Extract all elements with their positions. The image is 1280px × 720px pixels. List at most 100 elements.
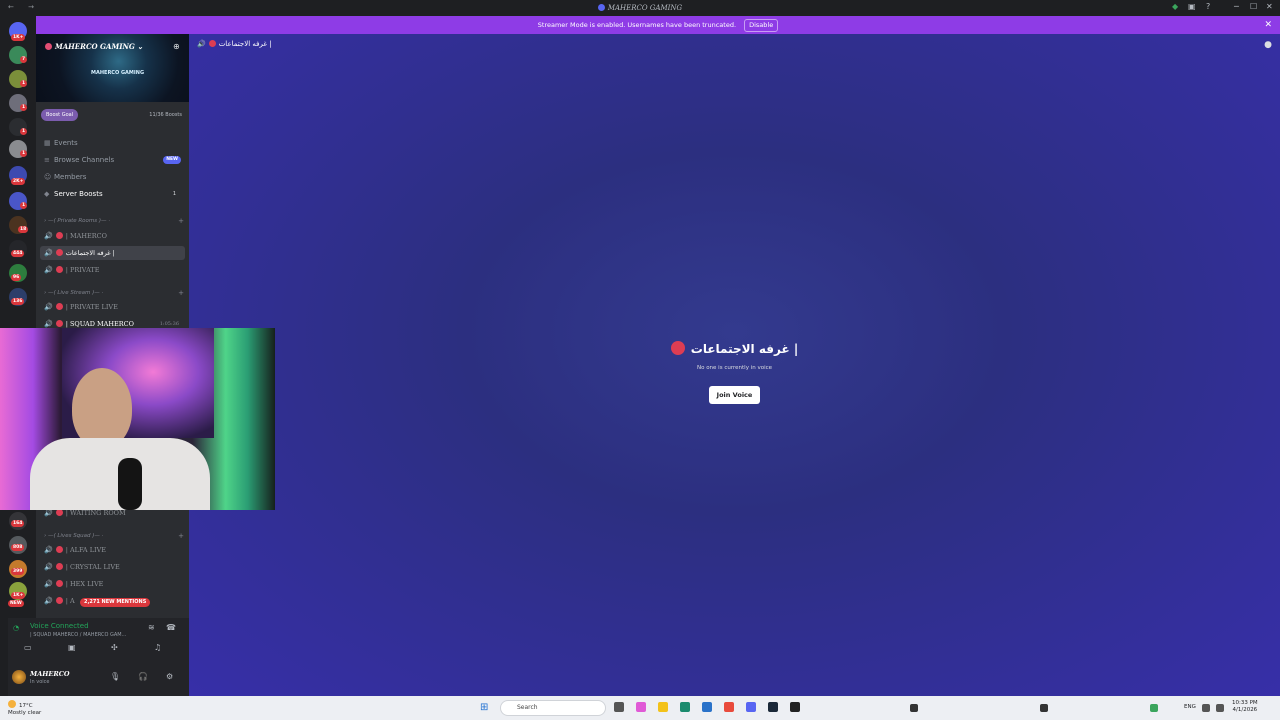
channel-item[interactable]: 🔊 | ALFA LIVE (40, 543, 185, 557)
server-badge: 2K+ (11, 178, 26, 185)
minimize-button[interactable]: ─ (1234, 2, 1239, 11)
update-icon[interactable]: ◆ (1172, 2, 1178, 11)
tray-icon[interactable] (1040, 704, 1048, 712)
steam-icon[interactable] (768, 702, 778, 712)
speaker-icon: 🔊 (44, 320, 53, 328)
add-channel-icon[interactable]: + (178, 216, 184, 226)
avatar[interactable] (12, 670, 26, 684)
screen-share-icon[interactable]: ▣ (68, 643, 76, 652)
new-mentions-pill[interactable]: 2,271 NEW MENTIONS (80, 598, 151, 607)
server-name-header[interactable]: MAHERCO GAMING ⌄ (45, 42, 143, 51)
signal-icon[interactable]: ◔ (13, 624, 19, 632)
volume-icon[interactable] (1216, 704, 1224, 712)
channel-item[interactable]: 🔊 | PRIVATE LIVE (40, 300, 185, 314)
speaker-icon: 🔊 (44, 249, 53, 257)
voice-channel-title: غرفه الاجتماعات | (189, 341, 1280, 356)
channel-header: 🔊 غرفه الاجتماعات | (197, 40, 272, 48)
add-channel-icon[interactable]: + (178, 531, 184, 541)
channel-item[interactable]: 🔊 | MAHERCO (40, 229, 185, 243)
copilot-icon[interactable] (636, 702, 646, 712)
inbox-icon[interactable]: ▣ (1188, 2, 1196, 11)
server-badge: 1 (20, 104, 28, 111)
menu-label: Members (54, 173, 87, 181)
voice-channel-name: غرفه الاجتماعات | (690, 342, 799, 356)
username[interactable]: MAHERCO (30, 670, 70, 678)
language-indicator[interactable]: ENG (1184, 704, 1196, 710)
boost-item-count: 1 (172, 191, 176, 197)
headphones-icon[interactable]: 🎧 (138, 672, 148, 681)
server-badge: 1 (20, 202, 28, 209)
server-boosts-item[interactable]: ◆ Server Boosts 1 (44, 187, 184, 201)
disconnect-icon[interactable]: ☎ (166, 623, 176, 632)
events-item[interactable]: ▦ Events (44, 136, 184, 150)
studio-microphone (118, 458, 142, 510)
tray-icon[interactable] (910, 704, 918, 712)
join-voice-button[interactable]: Join Voice (709, 386, 760, 404)
members-item[interactable]: ☺ Members (44, 170, 184, 184)
category-private-rooms[interactable]: › —( Private Rooms )— · + (44, 216, 184, 226)
wifi-icon[interactable] (1202, 704, 1210, 712)
banner-text: Streamer Mode is enabled. Usernames have… (537, 21, 737, 29)
weather-widget[interactable]: 17°C Mostly clear (8, 700, 41, 717)
speaker-icon: 🔊 (44, 563, 53, 571)
chrome-icon[interactable] (724, 702, 734, 712)
browse-channels-item[interactable]: ≡ Browse Channels NEW (44, 153, 184, 167)
server-badge: 18 (18, 226, 29, 233)
task-view-icon[interactable] (614, 702, 624, 712)
add-channel-icon[interactable]: + (178, 288, 184, 298)
new-pill[interactable]: NEW (8, 600, 24, 607)
tray-icon[interactable] (1150, 704, 1158, 712)
edge-icon[interactable] (680, 702, 690, 712)
channel-item[interactable]: 🔊 | PRIVATE (40, 263, 185, 277)
voice-channel-path[interactable]: | SQUAD MAHERCO / MAHERCO GAM... (30, 632, 150, 638)
boost-goal-bar[interactable]: Boost Goal 11/36 Boosts (41, 109, 184, 121)
voice-empty-message: No one is currently in voice (696, 365, 773, 371)
boost-icon: ◆ (44, 190, 50, 198)
server-badge: 444 (11, 250, 25, 257)
speaker-icon: 🔊 (44, 232, 53, 240)
server-badge: 808 (11, 544, 25, 551)
chat-bubble-icon[interactable]: ● (1264, 40, 1272, 50)
taskbar-search-input[interactable]: Search (500, 700, 606, 716)
category-live-stream[interactable]: › —( Live Stream )— · + (44, 288, 184, 298)
server-banner: MAHERCO GAMING ⌄ ⊕ MAHERCO GAMING (36, 34, 189, 102)
banner-close-icon[interactable]: ✕ (1264, 16, 1272, 34)
server-badge: 1 (20, 128, 28, 135)
windows-taskbar: 17°C Mostly clear ⊞ Search ENG 10:33 PM 4/… (0, 696, 1280, 720)
title-bar: ← → MAHERCO GAMING ◆ ▣ ? ─ ☐ ✕ (0, 0, 1280, 16)
temperature: 17°C (19, 703, 33, 709)
server-badge: 399 (11, 568, 25, 575)
speaker-icon: 🔊 (44, 303, 53, 311)
soundboard-icon[interactable]: ♫ (154, 643, 161, 652)
maximize-button[interactable]: ☐ (1250, 2, 1257, 11)
discord-icon[interactable] (746, 702, 756, 712)
streamer-head (72, 368, 132, 448)
server-badge: 1K+ (11, 592, 26, 599)
red-dot-icon (55, 563, 63, 570)
camera-icon[interactable]: ▭ (24, 643, 32, 652)
server-logo: MAHERCO GAMING (91, 70, 145, 76)
start-icon[interactable]: ⊞ (480, 701, 488, 715)
noise-suppression-icon[interactable]: ≋ (148, 623, 155, 632)
voice-channel-view: 🔊 غرفه الاجتماعات | ● غرفه الاجتماعات | N… (189, 34, 1280, 696)
disable-streamer-button[interactable]: Disable (744, 19, 779, 32)
close-window-button[interactable]: ✕ (1266, 2, 1273, 11)
time: 10:33 PM (1232, 700, 1258, 706)
help-icon[interactable]: ? (1206, 2, 1210, 11)
category-label: Lives Squad (57, 533, 91, 539)
settings-gear-icon[interactable]: ⚙ (166, 672, 173, 681)
channel-item[interactable]: 🔊 | CRYSTAL LIVE (40, 560, 185, 574)
activities-icon[interactable]: ✣ (111, 643, 118, 652)
voice-connected-label[interactable]: Voice Connected (30, 622, 89, 630)
channel-item-selected[interactable]: 🔊 غرفه الاجتماعات | (40, 246, 185, 260)
store-icon[interactable] (702, 702, 712, 712)
microphone-icon[interactable]: 🎙 (110, 672, 120, 681)
file-explorer-icon[interactable] (658, 702, 668, 712)
taskbar-clock[interactable]: 10:33 PM 4/1/2026 (1232, 700, 1258, 714)
app-icon[interactable] (790, 702, 800, 712)
category-lives-squad[interactable]: › —( Lives Squad )— · + (44, 531, 184, 541)
search-placeholder: Search (517, 704, 538, 711)
boost-count: 11/36 Boosts (149, 112, 182, 118)
channel-item[interactable]: 🔊 | HEX LIVE (40, 577, 185, 591)
invite-people-icon[interactable]: ⊕ (173, 42, 180, 51)
